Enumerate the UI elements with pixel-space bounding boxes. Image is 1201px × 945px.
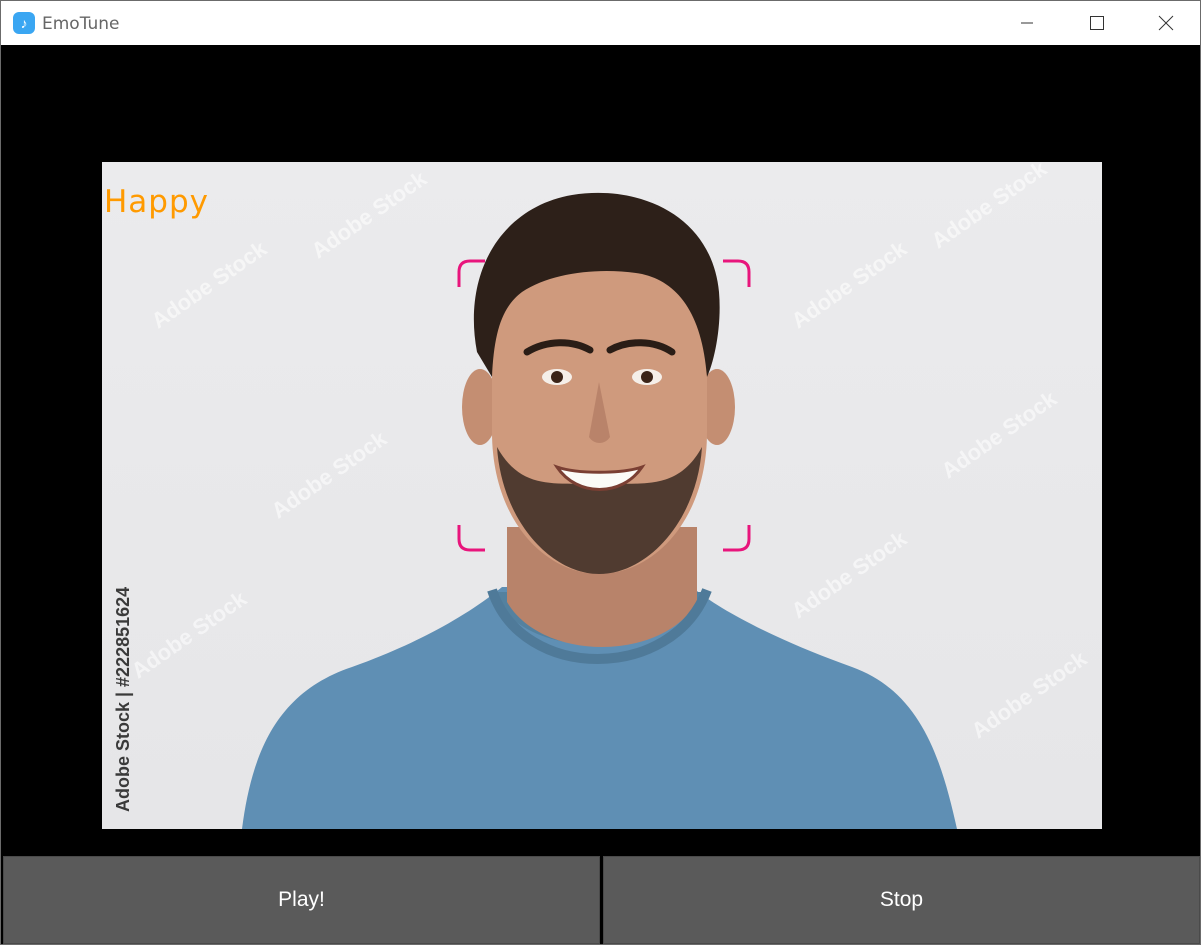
minimize-button[interactable] [992, 1, 1062, 45]
play-button[interactable]: Play! [3, 856, 600, 944]
title-bar[interactable]: ♪ EmoTune [1, 1, 1200, 45]
window-title: EmoTune [42, 14, 120, 34]
close-icon [1158, 15, 1174, 31]
maximize-icon [1090, 16, 1104, 30]
minimize-icon [1021, 22, 1033, 24]
maximize-button[interactable] [1062, 1, 1132, 45]
person-photo [242, 192, 957, 829]
emotion-label: Happy [104, 184, 210, 220]
stock-caption: Adobe Stock | #222851624 [113, 586, 133, 812]
camera-frame: Adobe Stock Adobe Stock Adobe Stock Adob… [102, 162, 1102, 829]
close-button[interactable] [1131, 1, 1201, 45]
stop-button[interactable]: Stop [603, 856, 1200, 944]
music-note-icon: ♪ [13, 12, 35, 34]
app-window: ♪ EmoTune Adobe Stock Adobe Stock Adobe … [0, 0, 1201, 945]
